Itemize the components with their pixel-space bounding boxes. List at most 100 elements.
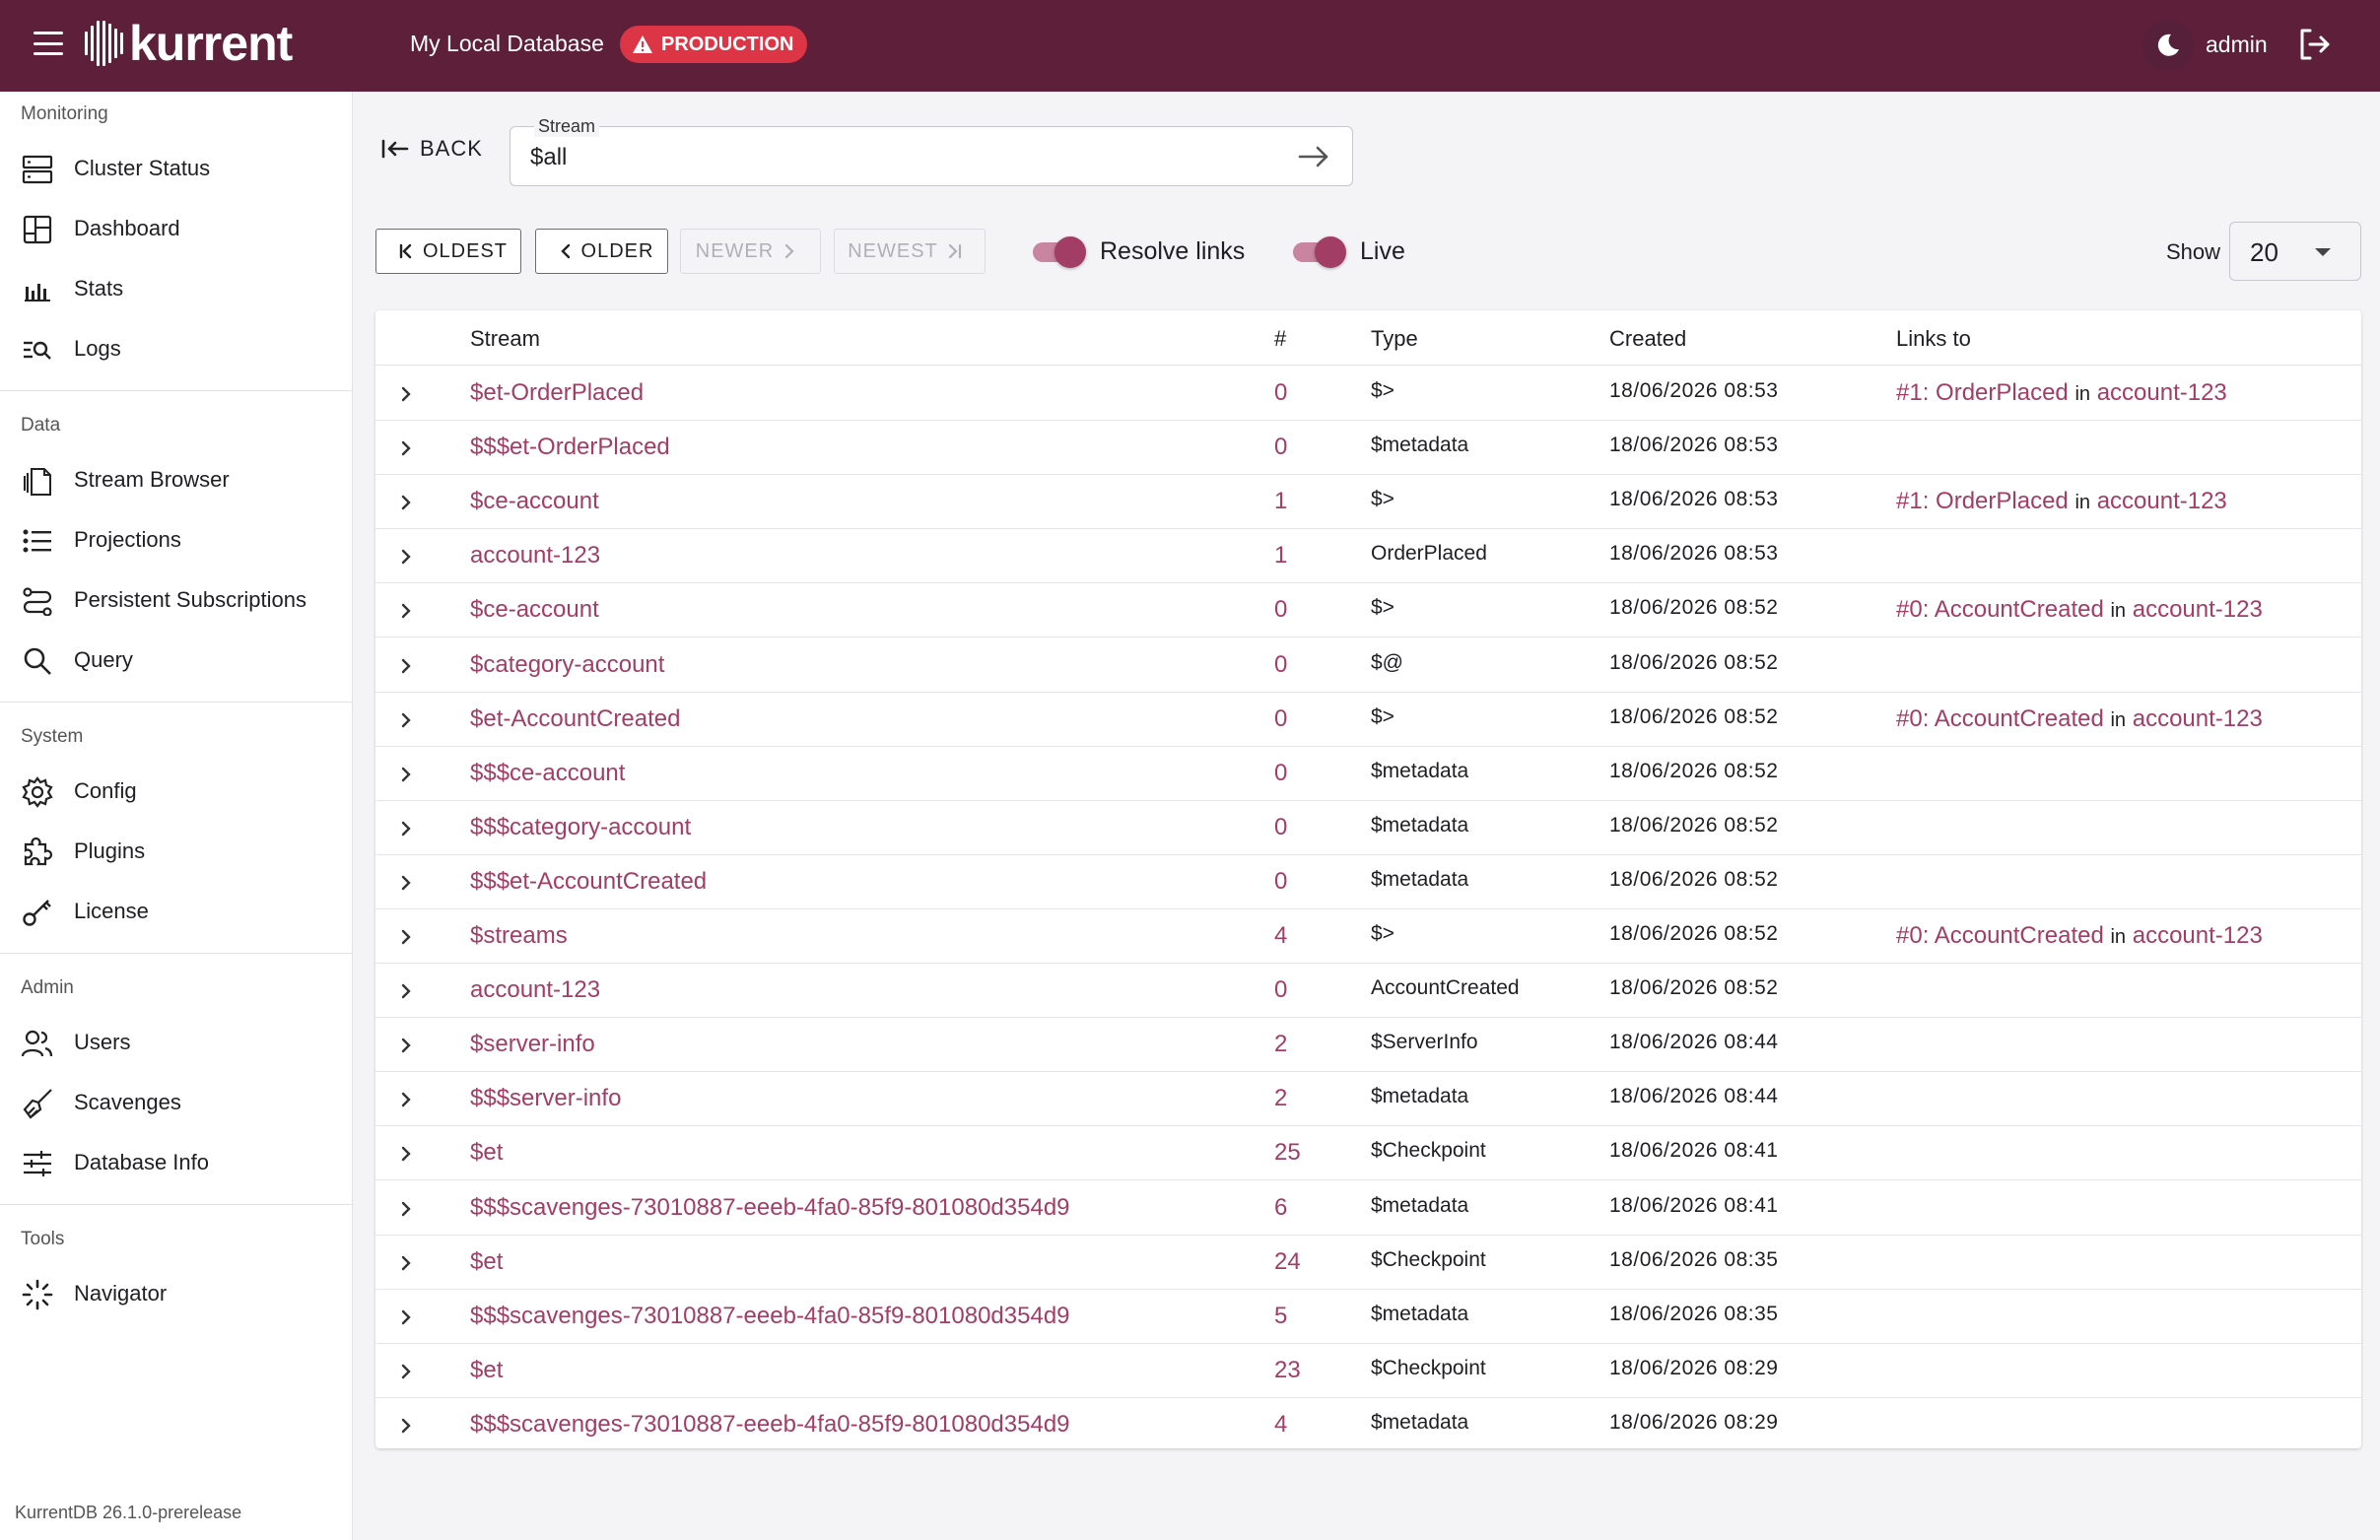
chevron-right-icon[interactable] (399, 927, 413, 952)
sidebar-item-dashboard[interactable]: Dashboard (0, 203, 352, 254)
resolve-links-toggle[interactable] (1031, 234, 1086, 268)
stream-link[interactable]: $et (470, 1139, 503, 1167)
table-row[interactable]: account-123 1 OrderPlaced 18/06/2026 08:53 (375, 529, 2361, 584)
stream-field[interactable]: Stream (510, 115, 1353, 186)
linked-event-link[interactable]: #0: AccountCreated (1896, 596, 2104, 623)
go-button[interactable] (1297, 143, 1330, 175)
event-number-link[interactable]: 24 (1274, 1248, 1301, 1276)
kurrent-logo[interactable]: kurrent (85, 18, 293, 69)
linked-stream-link[interactable]: account-123 (2097, 379, 2227, 406)
table-row[interactable]: account-123 0 AccountCreated 18/06/2026 08:… (375, 964, 2361, 1019)
chevron-right-icon[interactable] (399, 819, 413, 843)
sidebar-item-license[interactable]: License (0, 886, 352, 937)
event-number-link[interactable]: 0 (1274, 651, 1287, 679)
table-row[interactable]: $$$ce-account 0 $metadata 18/06/2026 08:52 (375, 747, 2361, 801)
column-header-links-to[interactable]: Links to (1896, 326, 1971, 352)
live-toggle[interactable] (1291, 234, 1346, 268)
linked-event-link[interactable]: #1: OrderPlaced (1896, 379, 2069, 406)
sidebar-item-persistent-subscriptions[interactable]: Persistent Subscriptions (0, 574, 352, 626)
sidebar-item-users[interactable]: Users (0, 1017, 352, 1068)
event-number-link[interactable]: 1 (1274, 542, 1287, 569)
linked-stream-link[interactable]: account-123 (2133, 705, 2263, 732)
table-row[interactable]: $et-AccountCreated 0 $> 18/06/2026 08:52 #0:… (375, 693, 2361, 747)
sidebar-item-stats[interactable]: Stats (0, 263, 352, 314)
table-row[interactable]: $et 25 $Checkpoint 18/06/2026 08:41 (375, 1126, 2361, 1181)
chevron-right-icon[interactable] (399, 438, 413, 463)
sidebar-item-projections[interactable]: Projections (0, 514, 352, 566)
table-row[interactable]: $$$server-info 2 $metadata 18/06/2026 08:44 (375, 1072, 2361, 1127)
table-row[interactable]: $et 24 $Checkpoint 18/06/2026 08:35 (375, 1236, 2361, 1290)
event-number-link[interactable]: 0 (1274, 434, 1287, 461)
table-row[interactable]: $ce-account 0 $> 18/06/2026 08:52 #0: Accoun… (375, 583, 2361, 638)
stream-link[interactable]: $$$scavenges-73010887-eeeb-4fa0-85f9-801… (470, 1194, 1070, 1222)
linked-event-link[interactable]: #1: OrderPlaced (1896, 488, 2069, 514)
chevron-right-icon[interactable] (399, 981, 413, 1006)
sidebar-item-stream-browser[interactable]: Stream Browser (0, 454, 352, 505)
column-header-type[interactable]: Type (1371, 326, 1418, 352)
sidebar-item-query[interactable]: Query (0, 635, 352, 686)
event-number-link[interactable]: 0 (1274, 379, 1287, 407)
chevron-right-icon[interactable] (399, 765, 413, 789)
stream-link[interactable]: $streams (470, 922, 568, 950)
event-number-link[interactable]: 4 (1274, 922, 1287, 950)
table-row[interactable]: $$$scavenges-73010887-eeeb-4fa0-85f9-801… (375, 1398, 2361, 1452)
chevron-right-icon[interactable] (399, 1199, 413, 1224)
table-row[interactable]: $$$scavenges-73010887-eeeb-4fa0-85f9-801… (375, 1290, 2361, 1344)
newest-button[interactable]: NEWEST (834, 229, 986, 274)
linked-event-link[interactable]: #0: AccountCreated (1896, 705, 2104, 732)
sidebar-item-scavenges[interactable]: Scavenges (0, 1077, 352, 1128)
table-row[interactable]: $et-OrderPlaced 0 $> 18/06/2026 08:53 #1: Or… (375, 367, 2361, 421)
chevron-right-icon[interactable] (399, 873, 413, 898)
event-number-link[interactable]: 25 (1274, 1139, 1301, 1167)
column-header-stream[interactable]: Stream (470, 326, 540, 352)
event-number-link[interactable]: 2 (1274, 1085, 1287, 1112)
event-number-link[interactable]: 2 (1274, 1031, 1287, 1058)
table-row[interactable]: $et 23 $Checkpoint 18/06/2026 08:29 (375, 1344, 2361, 1398)
theme-toggle-button[interactable] (2142, 20, 2194, 71)
sidebar-item-cluster-status[interactable]: Cluster Status (0, 143, 352, 194)
table-row[interactable]: $streams 4 $> 18/06/2026 08:52 #0: AccountCr… (375, 909, 2361, 964)
chevron-right-icon[interactable] (399, 1144, 413, 1169)
sidebar-item-navigator[interactable]: Navigator (0, 1268, 352, 1319)
stream-link[interactable]: $$$scavenges-73010887-eeeb-4fa0-85f9-801… (470, 1303, 1070, 1330)
chevron-right-icon[interactable] (399, 1362, 413, 1386)
table-row[interactable]: $category-account 0 $@ 18/06/2026 08:52 (375, 638, 2361, 693)
event-number-link[interactable]: 1 (1274, 488, 1287, 515)
linked-event-link[interactable]: #0: AccountCreated (1896, 922, 2104, 949)
back-button[interactable]: BACK (380, 136, 483, 162)
older-button[interactable]: OLDER (535, 229, 668, 274)
stream-link[interactable]: $$$scavenges-73010887-eeeb-4fa0-85f9-801… (470, 1411, 1070, 1439)
event-number-link[interactable]: 6 (1274, 1194, 1287, 1222)
chevron-right-icon[interactable] (399, 1416, 413, 1440)
chevron-right-icon[interactable] (399, 1090, 413, 1114)
page-size-select[interactable]: 20 (2229, 222, 2361, 281)
chevron-right-icon[interactable] (399, 1036, 413, 1060)
table-row[interactable]: $ce-account 1 $> 18/06/2026 08:53 #1: OrderP… (375, 475, 2361, 530)
stream-link[interactable]: $$$ce-account (470, 760, 625, 787)
sidebar-item-config[interactable]: Config (0, 766, 352, 817)
table-row[interactable]: $$$scavenges-73010887-eeeb-4fa0-85f9-801… (375, 1181, 2361, 1236)
event-number-link[interactable]: 0 (1274, 814, 1287, 841)
chevron-right-icon[interactable] (399, 1307, 413, 1332)
event-number-link[interactable]: 5 (1274, 1303, 1287, 1330)
stream-link[interactable]: $server-info (470, 1031, 595, 1058)
sidebar-item-plugins[interactable]: Plugins (0, 826, 352, 877)
stream-link[interactable]: $category-account (470, 651, 664, 679)
event-number-link[interactable]: 0 (1274, 760, 1287, 787)
chevron-right-icon[interactable] (399, 656, 413, 681)
table-row[interactable]: $$$et-AccountCreated 0 $metadata 18/06/2026… (375, 855, 2361, 909)
chevron-right-icon[interactable] (399, 547, 413, 571)
stream-link[interactable]: $$$et-OrderPlaced (470, 434, 670, 461)
stream-link[interactable]: $$$category-account (470, 814, 691, 841)
event-number-link[interactable]: 0 (1274, 976, 1287, 1004)
linked-stream-link[interactable]: account-123 (2133, 596, 2263, 623)
event-number-link[interactable]: 23 (1274, 1357, 1301, 1384)
menu-icon[interactable] (34, 32, 63, 55)
table-row[interactable]: $$$category-account 0 $metadata 18/06/2026 … (375, 801, 2361, 855)
stream-link[interactable]: $et (470, 1248, 503, 1276)
stream-link[interactable]: $et-AccountCreated (470, 705, 680, 733)
sidebar-item-database-info[interactable]: Database Info (0, 1137, 352, 1188)
newer-button[interactable]: NEWER (680, 229, 821, 274)
table-row[interactable]: $$$et-OrderPlaced 0 $metadata 18/06/2026 08… (375, 421, 2361, 476)
oldest-button[interactable]: OLDEST (375, 229, 521, 274)
